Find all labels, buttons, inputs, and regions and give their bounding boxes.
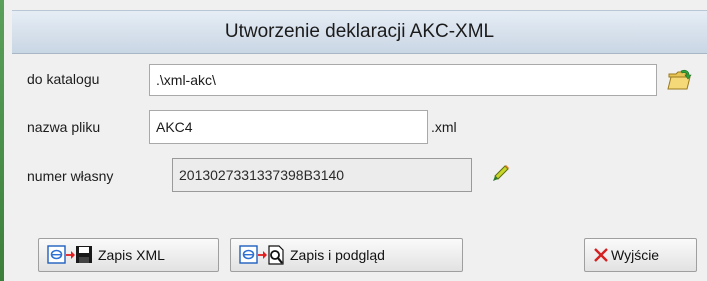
exit-button[interactable]: Wyjście — [584, 238, 697, 272]
save-xml-label: Zapis XML — [98, 247, 165, 263]
xml-to-disk-icon — [47, 244, 93, 266]
xml-to-preview-icon — [239, 244, 285, 266]
own-number-field — [172, 158, 472, 192]
directory-label: do katalogu — [27, 71, 100, 87]
save-preview-label: Zapis i podgląd — [290, 247, 385, 263]
file-extension: .xml — [431, 119, 457, 135]
exit-label: Wyjście — [611, 247, 660, 263]
filename-label: nazwa pliku — [27, 119, 101, 135]
dialog-window: Utworzenie deklaracji AKC-XML do katalog… — [0, 0, 707, 281]
folder-open-icon[interactable] — [666, 67, 694, 93]
title-bar: Utworzenie deklaracji AKC-XML — [12, 10, 707, 54]
save-xml-button[interactable]: Zapis XML — [38, 238, 219, 272]
filename-input[interactable] — [149, 110, 428, 144]
window-edge — [0, 0, 4, 281]
page-title: Utworzenie deklaracji AKC-XML — [224, 21, 495, 42]
directory-input[interactable] — [149, 64, 657, 96]
red-x-icon — [593, 247, 609, 263]
save-preview-button[interactable]: Zapis i podgląd — [230, 238, 463, 272]
own-number-label: numer własny — [27, 168, 114, 184]
pencil-icon[interactable] — [488, 162, 512, 186]
